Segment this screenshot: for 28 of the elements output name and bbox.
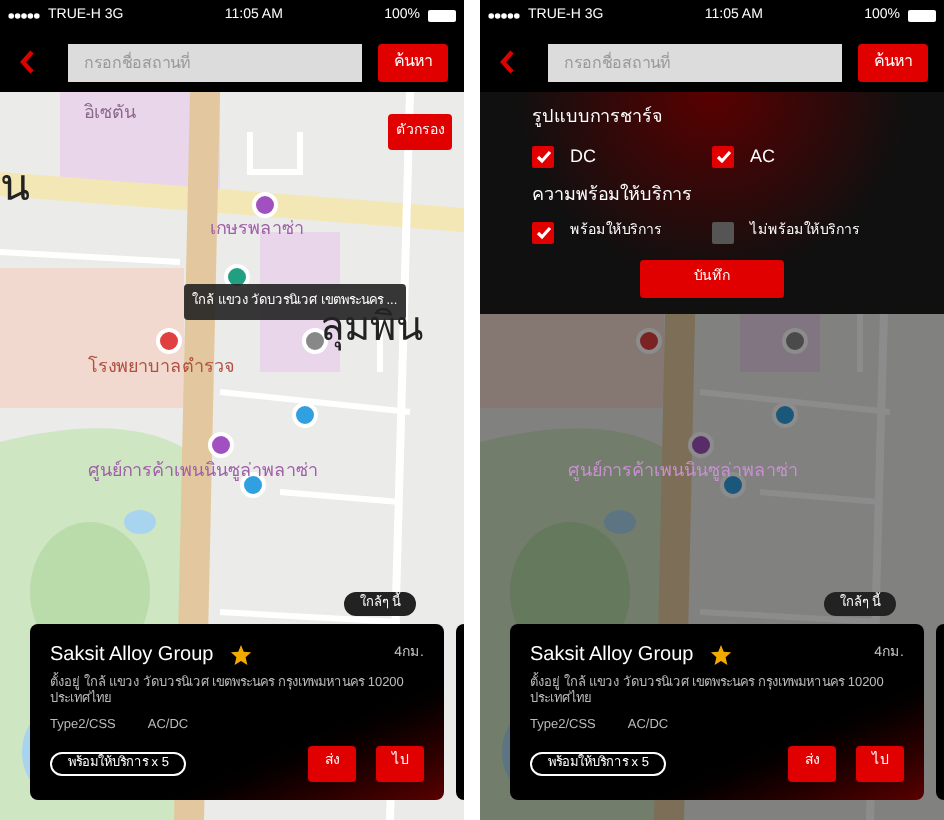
map-label: น	[0, 164, 30, 208]
section-title: ความพร้อมให้บริการ	[532, 182, 694, 208]
checkbox[interactable]	[712, 145, 734, 168]
back-icon[interactable]	[496, 48, 516, 76]
filter-option[interactable]: AC	[712, 143, 892, 170]
star-icon[interactable]	[709, 644, 732, 666]
back-icon[interactable]	[16, 48, 36, 76]
filter-option[interactable]: DC	[532, 143, 712, 170]
checkbox[interactable]	[712, 221, 734, 243]
search-field[interactable]: กรอกชื่อสถานที่	[68, 43, 362, 81]
signal-icon	[488, 12, 520, 20]
search-button[interactable]: ค้นหา	[858, 43, 928, 81]
signal-icon	[8, 12, 40, 20]
checkbox[interactable]	[532, 221, 554, 243]
station-name: Saksit Alloy Group	[530, 642, 694, 670]
battery-icon	[427, 10, 456, 22]
search-field[interactable]: กรอกชื่อสถานที่	[548, 43, 842, 81]
search-button[interactable]: ค้นหา	[378, 43, 448, 81]
map-label: ศูนย์การค้าเพนนินซูล่าพลาซ่า	[88, 462, 318, 480]
station-name: Saksit Alloy Group	[50, 642, 214, 670]
checkbox[interactable]	[532, 145, 554, 168]
map-label: เกษรพลาซ่า	[210, 220, 304, 238]
map-label: ศูนย์การค้าเพนนินซูล่าพลาซ่า	[568, 462, 798, 480]
battery-icon	[907, 10, 936, 22]
section-title: รูปแบบการชาร์จ	[532, 104, 664, 131]
map-label: อิเซตัน	[84, 104, 136, 122]
star-icon[interactable]	[229, 644, 252, 666]
map-label: โรงพยาบาลตำรวจ	[88, 358, 234, 376]
